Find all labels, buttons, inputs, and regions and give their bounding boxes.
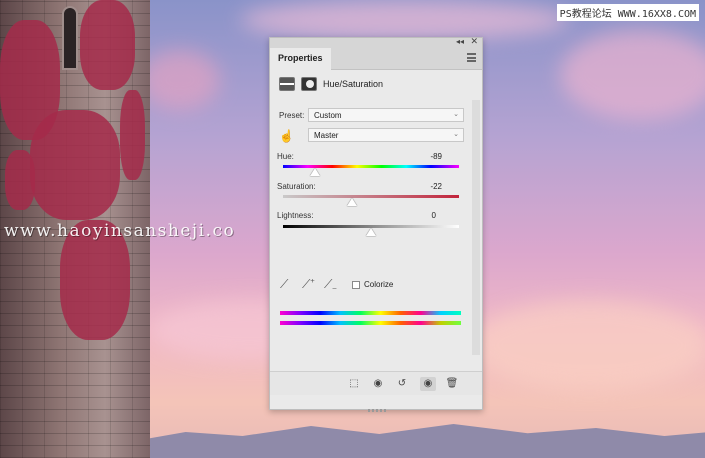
clip-to-layer-icon[interactable]: ⬚ bbox=[346, 377, 362, 391]
chevron-down-icon: ⌄ bbox=[453, 131, 459, 138]
resize-grip[interactable] bbox=[368, 409, 386, 412]
saturation-slider-thumb[interactable] bbox=[346, 198, 357, 206]
visibility-icon[interactable]: ◉ bbox=[420, 377, 436, 391]
panel-scrollbar[interactable] bbox=[472, 100, 480, 355]
panel-footer: ⬚ ◉ ↺ ◉ 🗑 bbox=[270, 371, 482, 395]
adjustment-title: Hue/Saturation bbox=[323, 79, 384, 89]
hue-label: Hue: bbox=[277, 152, 294, 161]
hue-saturation-icon[interactable] bbox=[279, 77, 295, 91]
sky-cloud bbox=[140, 50, 220, 110]
panel-tab-row: Properties bbox=[270, 48, 482, 70]
preset-value: Custom bbox=[314, 111, 342, 120]
panel-menu-icon[interactable] bbox=[467, 53, 476, 62]
ivy-cluster bbox=[30, 110, 120, 220]
close-panel-icon[interactable]: ✕ bbox=[470, 36, 478, 47]
panel-titlebar: ◂◂ ✕ bbox=[270, 36, 482, 48]
eyedropper-plus-icon[interactable]: ⟋⁺ bbox=[302, 277, 315, 292]
saturation-value[interactable]: -22 bbox=[412, 182, 442, 191]
channel-dropdown[interactable]: Master ⌄ bbox=[308, 128, 464, 142]
saturation-label: Saturation: bbox=[277, 182, 316, 191]
properties-panel: ◂◂ ✕ Properties Hue/Saturation Preset: C… bbox=[269, 36, 483, 412]
panel-body: Hue/Saturation Preset: Custom ⌄ ☝ Master… bbox=[270, 70, 482, 395]
watermark-middle: www.haoyinsansheji.co bbox=[4, 221, 236, 241]
collapse-panel-icon[interactable]: ◂◂ bbox=[456, 37, 464, 46]
ivy-cluster bbox=[5, 150, 35, 210]
output-color-spectrum bbox=[280, 321, 461, 325]
colorize-label: Colorize bbox=[364, 280, 394, 289]
ivy-cluster bbox=[120, 90, 145, 180]
tower-window bbox=[62, 6, 78, 70]
preset-label: Preset: bbox=[279, 111, 305, 120]
lightness-label: Lightness: bbox=[277, 211, 314, 220]
sky-cloud bbox=[470, 300, 705, 390]
hue-slider-thumb[interactable] bbox=[309, 168, 320, 176]
sky-cloud bbox=[560, 30, 705, 120]
distant-mountains bbox=[140, 424, 705, 458]
saturation-slider-track[interactable] bbox=[283, 195, 459, 198]
lightness-slider-thumb[interactable] bbox=[366, 228, 376, 236]
mask-icon[interactable] bbox=[301, 77, 317, 91]
eyedropper-icon[interactable]: ⟋ bbox=[280, 277, 288, 292]
input-color-spectrum bbox=[280, 311, 461, 315]
eyedropper-minus-icon[interactable]: ⟋₋ bbox=[324, 277, 337, 292]
watermark-top-right: PS教程论坛 WWW.16XX8.COM bbox=[556, 4, 699, 21]
channel-value: Master bbox=[314, 131, 339, 140]
reset-icon[interactable]: ↺ bbox=[394, 377, 410, 391]
sky-cloud bbox=[240, 0, 570, 40]
lightness-value[interactable]: 0 bbox=[406, 211, 436, 220]
trash-icon[interactable]: 🗑 bbox=[444, 377, 460, 391]
chevron-down-icon: ⌄ bbox=[453, 111, 459, 118]
preset-dropdown[interactable]: Custom ⌄ bbox=[308, 108, 464, 122]
ivy-cluster bbox=[80, 0, 135, 90]
hue-value[interactable]: -89 bbox=[412, 152, 442, 161]
colorize-checkbox[interactable] bbox=[352, 281, 360, 289]
view-previous-icon[interactable]: ◉ bbox=[370, 377, 386, 391]
tab-properties[interactable]: Properties bbox=[270, 48, 331, 70]
hand-adjust-icon[interactable]: ☝ bbox=[279, 129, 294, 143]
